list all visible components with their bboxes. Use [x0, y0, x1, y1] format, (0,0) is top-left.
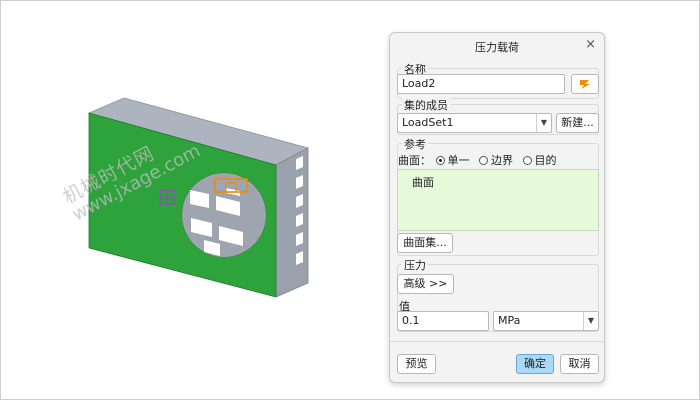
radio-boundary-icon: [479, 156, 488, 165]
radio-boundary-label: 边界: [491, 154, 513, 167]
dialog-divider: [390, 341, 604, 342]
member-select-value: LoadSet1: [402, 116, 454, 129]
radio-single-icon: [435, 156, 445, 165]
pressure-load-dialog: 压力载荷 × 名称 Load2 集的成员 LoadSet1 ▼ 新建... 参考…: [389, 32, 605, 383]
cutout-interior: [182, 173, 266, 257]
radio-single[interactable]: 单一: [435, 154, 474, 167]
surface-type-label: 曲面：: [398, 154, 431, 167]
name-input[interactable]: Load2: [397, 74, 565, 94]
member-select[interactable]: LoadSet1 ▼: [397, 113, 552, 133]
surface-type-row: 曲面： 单一 边界 目的: [398, 152, 557, 168]
cancel-button[interactable]: 取消: [560, 354, 599, 374]
chevron-down-icon[interactable]: ▼: [583, 312, 598, 330]
ok-button[interactable]: 确定: [516, 354, 554, 374]
dialog-title: 压力载荷: [475, 41, 519, 54]
unit-select[interactable]: MPa ▼: [493, 311, 599, 331]
member-label: 集的成员: [402, 97, 450, 113]
graphics-viewport[interactable]: 机械时代网 www.jxage.com: [0, 0, 380, 400]
color-picker-icon: [580, 80, 590, 89]
surface-collector[interactable]: 曲面: [397, 169, 599, 231]
new-set-button[interactable]: 新建...: [556, 113, 599, 133]
dialog-titlebar: 压力载荷 ×: [390, 33, 604, 59]
radio-boundary[interactable]: 边界: [479, 154, 517, 167]
reference-label: 参考: [402, 136, 428, 152]
close-icon[interactable]: ×: [585, 37, 596, 52]
preview-button[interactable]: 预览: [397, 354, 436, 374]
model-side-face[interactable]: [275, 147, 309, 298]
pressure-label: 压力: [402, 257, 428, 273]
surface-set-button[interactable]: 曲面集...: [397, 233, 453, 253]
pressure-value-input[interactable]: 0.1: [397, 311, 489, 331]
collector-item[interactable]: 曲面: [412, 174, 434, 190]
radio-intent-icon: [522, 156, 532, 165]
color-picker-button[interactable]: [571, 74, 599, 94]
radio-single-label: 单一: [447, 154, 470, 167]
unit-select-value: MPa: [498, 314, 521, 327]
advanced-button[interactable]: 高级 >>: [397, 274, 454, 294]
chevron-down-icon[interactable]: ▼: [536, 114, 551, 132]
model-view[interactable]: [0, 0, 380, 400]
radio-intent-label: 目的: [534, 154, 557, 167]
radio-intent[interactable]: 目的: [522, 154, 557, 167]
